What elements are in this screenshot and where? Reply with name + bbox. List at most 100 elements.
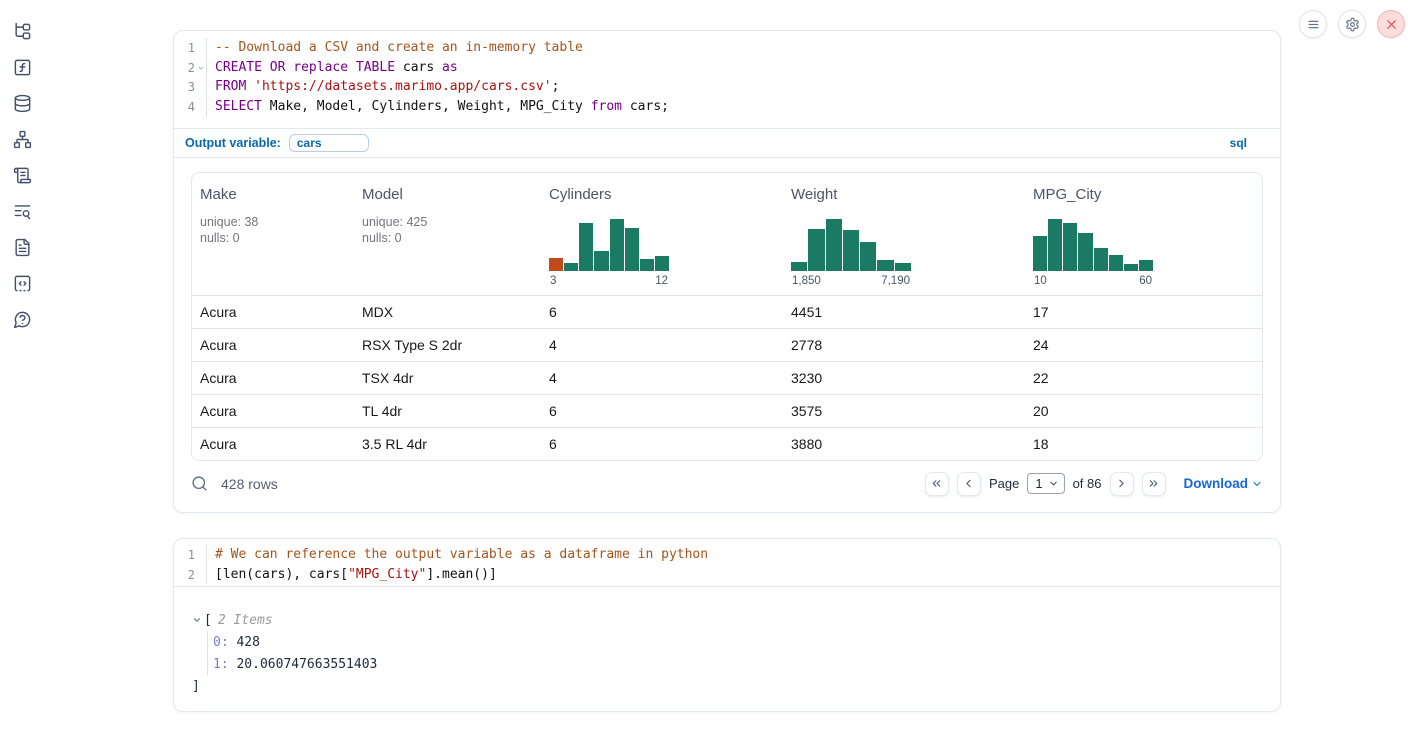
histogram-bar[interactable] [860,242,876,271]
dataframe-table: Makeunique: 38nulls: 0Modelunique: 425nu… [191,172,1263,461]
column-header-label[interactable]: Cylinders [549,186,783,203]
table-cell: 3880 [783,436,1025,452]
histogram-bar[interactable] [826,219,842,271]
first-page-button[interactable] [925,472,949,496]
output-variable-row: Output variable: sql [174,129,1280,157]
code-line[interactable]: # We can reference the output variable a… [215,545,708,565]
table-body: AcuraMDX6445117AcuraRSX Type S 2dr427782… [192,295,1262,460]
last-page-button[interactable] [1142,472,1166,496]
table-cell: 20 [1025,403,1262,419]
histogram-bar[interactable] [640,259,654,271]
divider [174,157,1280,158]
histogram-bar[interactable] [791,262,807,271]
sidebar-item-snippets[interactable] [13,274,32,293]
table-row[interactable]: AcuraMDX6445117 [192,295,1262,328]
page-select[interactable]: 1 [1027,473,1064,494]
histogram-bar[interactable] [1078,233,1092,271]
table-cell: 6 [541,304,783,320]
sidebar-item-documentation[interactable] [13,238,32,257]
table-cell: 3230 [783,370,1025,386]
histogram-bar[interactable] [808,229,824,271]
menu-icon [1306,17,1321,32]
histogram-bar[interactable] [610,219,624,271]
scroll-icon [13,166,32,185]
histogram-bar[interactable] [1033,236,1047,271]
line-number-gutter: 1234 [174,38,207,117]
histogram-bar[interactable] [579,223,593,271]
gear-icon [1345,17,1360,32]
tree-value: 20.060747663551403 [229,657,378,672]
page-label: Page [989,476,1019,491]
histogram-bar[interactable] [1139,260,1153,271]
python-code-editor[interactable]: 12 # We can reference the output variable… [174,539,1280,586]
code-text[interactable]: # We can reference the output variable a… [207,545,708,584]
table-column-header: Weight 1,8507,190 [783,173,1025,295]
sidebar-item-variables[interactable] [13,58,32,77]
python-cell: 12 # We can reference the output variable… [173,538,1281,712]
histogram-bar[interactable] [549,258,563,271]
function-square-icon [13,58,32,77]
sidebar-item-dependency-graph[interactable] [13,130,32,149]
sql-cell: 1234 -- Download a CSV and create an in-m… [173,30,1281,513]
line-number-gutter: 12 [174,545,207,584]
output-variable-input[interactable] [289,134,369,152]
code-text[interactable]: -- Download a CSV and create an in-memor… [207,38,669,117]
column-header-label[interactable]: MPG_City [1033,186,1262,203]
histogram-bar[interactable] [1048,219,1062,271]
list-search-icon [13,202,32,221]
chevron-down-icon [1251,478,1263,490]
histogram-bar[interactable] [843,230,859,271]
table-row[interactable]: AcuraTL 4dr6357520 [192,394,1262,427]
sidebar-item-data-sources[interactable] [13,94,32,113]
settings-button[interactable] [1338,10,1366,38]
close-bracket: ] [192,679,200,694]
code-line[interactable]: CREATE OR replace TABLE cars as [215,58,669,78]
table-cell: Acura [192,403,354,419]
sidebar-item-help[interactable] [13,310,32,329]
column-header-label[interactable]: Make [200,186,354,203]
next-page-button[interactable] [1110,472,1134,496]
language-badge: sql [1230,136,1247,150]
fold-chevron-icon[interactable] [195,64,206,72]
tree-guide-line [207,631,208,675]
code-line[interactable]: FROM 'https://datasets.marimo.app/cars.c… [215,77,669,97]
sql-code-editor[interactable]: 1234 -- Download a CSV and create an in-m… [174,31,1280,128]
column-histogram: 312 [549,219,669,287]
histogram-bar[interactable] [655,256,669,271]
sidebar-item-file-explorer[interactable] [13,22,32,41]
search-icon[interactable] [191,475,208,492]
tree-entry[interactable]: 1: 20.060747663551403 [192,653,1280,675]
column-header-label[interactable]: Weight [791,186,1025,203]
histogram-bar[interactable] [625,228,639,271]
histogram-bar[interactable] [1124,264,1138,271]
previous-page-button[interactable] [957,472,981,496]
table-row[interactable]: AcuraTSX 4dr4323022 [192,361,1262,394]
topbar [1299,10,1405,38]
table-cell: TSX 4dr [354,370,541,386]
code-line[interactable]: SELECT Make, Model, Cylinders, Weight, M… [215,97,669,117]
histogram-bar[interactable] [1109,255,1123,271]
tree-close: ] [192,675,1280,697]
code-line[interactable]: -- Download a CSV and create an in-memor… [215,38,669,58]
histogram-bar[interactable] [1094,248,1108,271]
histogram-bar[interactable] [1063,223,1077,271]
pagination: Page 1 of 86 [925,472,1166,496]
column-histogram: 1,8507,190 [791,219,911,287]
code-line[interactable]: [len(cars), cars["MPG_City"].mean()] [215,565,708,585]
menu-button[interactable] [1299,10,1327,38]
download-button[interactable]: Download [1184,476,1264,491]
table-row[interactable]: Acura3.5 RL 4dr6388018 [192,427,1262,460]
histogram-bar[interactable] [594,251,608,271]
sidebar-item-scratchpad-search[interactable] [13,202,32,221]
histogram-bar[interactable] [564,263,578,271]
table-row[interactable]: AcuraRSX Type S 2dr4277824 [192,328,1262,361]
collapse-chevron-icon[interactable] [192,615,204,625]
sidebar-item-logs[interactable] [13,166,32,185]
column-stats: unique: 38nulls: 0 [200,214,354,247]
shutdown-button[interactable] [1377,10,1405,38]
histogram-bar[interactable] [895,263,911,271]
items-count: 2 Items [218,613,273,628]
column-header-label[interactable]: Model [362,186,541,203]
histogram-bar[interactable] [877,260,893,271]
tree-entry[interactable]: 0: 428 [192,631,1280,653]
